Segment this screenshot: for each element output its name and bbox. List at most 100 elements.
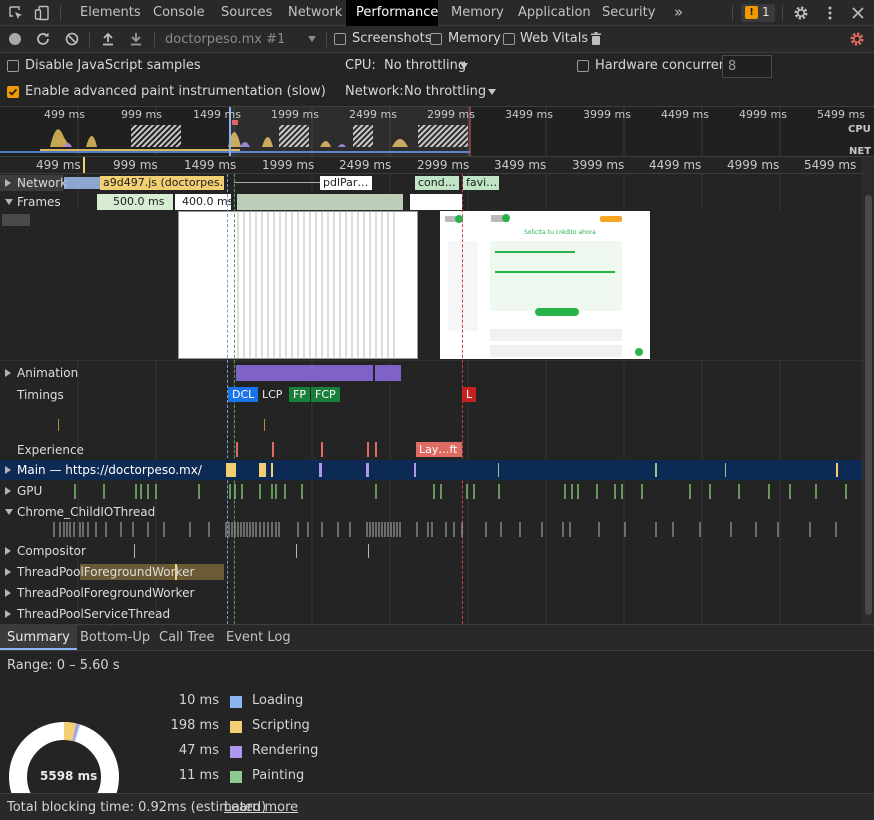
disable-js-samples-label: Disable JavaScript samples — [25, 58, 201, 73]
filmstrip[interactable]: Solicita tu crédito ahora — [0, 211, 862, 360]
frame-bar[interactable]: 400.0 ms — [175, 194, 231, 210]
timings-track-label: Timings — [17, 388, 64, 402]
capture-settings-gear-icon[interactable] — [849, 31, 865, 47]
upload-profile-icon[interactable] — [100, 31, 116, 47]
expand-triangle-icon[interactable] — [5, 466, 11, 474]
timeline-overview[interactable]: 499 ms 999 ms 1499 ms 1999 ms 2499 ms 29… — [0, 107, 874, 157]
tab-bottom-up[interactable]: Bottom-Up — [73, 625, 157, 650]
frame-bar[interactable]: 500.0 ms — [97, 194, 173, 210]
thread-pool-service-thread-track[interactable]: ThreadPoolServiceThread — [0, 604, 862, 624]
advanced-paint-checkbox[interactable] — [7, 86, 19, 98]
hardware-concurrency-label: Hardware concurrency — [595, 58, 742, 73]
tab-performance[interactable]: Performance — [346, 0, 438, 26]
download-profile-icon[interactable] — [128, 31, 144, 47]
scrollbar-thumb[interactable] — [865, 195, 872, 615]
timings-track[interactable]: Timings DCL LCP FP FCP L — [0, 385, 862, 405]
expand-triangle-icon[interactable] — [5, 568, 11, 576]
animation-track[interactable]: Animation — [0, 363, 862, 383]
summary-value: 47 ms — [178, 743, 219, 758]
hardware-concurrency-checkbox[interactable] — [577, 60, 589, 72]
web-vitals-label: Web Vitals — [520, 31, 589, 46]
ruler-tick: 2499 ms — [339, 158, 392, 172]
learn-more-link[interactable]: Learn more — [224, 800, 298, 815]
summary-category: Loading — [252, 693, 304, 708]
dcl-marker[interactable]: DCL — [228, 387, 259, 402]
layout-shift-bar[interactable]: Lay…ft — [416, 442, 462, 457]
expand-triangle-icon[interactable] — [5, 369, 11, 377]
timeline-scrollbar[interactable] — [862, 157, 874, 624]
gpu-track-label: GPU — [17, 484, 43, 498]
expand-triangle-icon[interactable] — [5, 487, 11, 495]
frames-track[interactable]: Frames 500.0 ms 400.0 ms — [0, 193, 862, 211]
profile-select[interactable]: doctorpeso.mx #1 — [160, 30, 322, 49]
collapse-triangle-icon[interactable] — [5, 509, 13, 515]
device-toolbar-icon[interactable] — [34, 5, 50, 21]
experience-track-label: Experience — [17, 443, 84, 457]
close-icon[interactable] — [850, 5, 866, 21]
reload-icon[interactable] — [35, 31, 51, 47]
main-thread-track[interactable]: Main — https://doctorpeso.mx/ — [0, 460, 862, 480]
record-icon[interactable] — [9, 33, 21, 45]
lcp-marker[interactable]: LCP — [258, 387, 286, 402]
tab-elements[interactable]: Elements — [70, 0, 151, 26]
cpu-throttling-select[interactable]: No throttling — [380, 56, 474, 76]
ruler-tick: 3999 ms — [572, 158, 625, 172]
collapse-triangle-icon[interactable] — [5, 199, 13, 205]
issues-button[interactable]: ! 1 — [741, 4, 775, 22]
screenshots-checkbox[interactable] — [334, 33, 346, 45]
tab-application[interactable]: Application — [508, 0, 601, 26]
compositor-track[interactable]: Compositor — [0, 541, 862, 561]
network-request-bar[interactable]: a9d497.js (doctorpes… — [100, 176, 224, 190]
overview-tick: 1499 ms — [193, 108, 241, 121]
filmstrip-lines — [237, 211, 395, 359]
network-request-bar[interactable]: favi… — [463, 176, 499, 190]
summary-pane: Range: 0 – 5.60 s 5598 ms 10 ms Loading … — [0, 651, 874, 793]
expand-triangle-icon[interactable] — [5, 179, 11, 187]
screenshots-label: Screenshots — [352, 31, 432, 46]
tab-memory[interactable]: Memory — [441, 0, 514, 26]
tab-summary[interactable]: Summary — [0, 625, 77, 650]
more-tabs-button[interactable]: » — [664, 0, 693, 26]
gpu-track[interactable]: GPU — [0, 481, 862, 501]
network-request-bar[interactable]: cond… — [415, 176, 459, 190]
load-marker[interactable]: L — [462, 387, 477, 402]
kebab-menu-icon[interactable] — [822, 5, 838, 21]
expand-triangle-icon[interactable] — [5, 547, 11, 555]
summary-value: 11 ms — [178, 768, 219, 783]
fp-marker[interactable]: FP — [289, 387, 310, 402]
overview-tick: 5499 ms — [817, 108, 865, 121]
expand-triangle-icon[interactable] — [5, 610, 11, 618]
memory-checkbox[interactable] — [430, 33, 442, 45]
child-io-activity — [53, 522, 837, 537]
thread-pool-foreground-worker-track[interactable]: ThreadPoolForegroundWorker — [0, 562, 862, 582]
trash-icon[interactable] — [588, 31, 604, 47]
network-throttling-select[interactable]: No throttling — [400, 82, 500, 102]
clear-icon[interactable] — [64, 31, 80, 47]
thread-pool-foreground-worker-track[interactable]: ThreadPoolForegroundWorker — [0, 583, 862, 603]
settings-gear-icon[interactable] — [793, 5, 809, 21]
screenshot-preview[interactable]: Solicita tu crédito ahora — [440, 211, 650, 359]
hardware-concurrency-input[interactable]: 8 — [722, 55, 772, 78]
summary-swatch — [230, 721, 242, 733]
web-vitals-checkbox[interactable] — [503, 33, 515, 45]
main-thread-label: Main — https://doctorpeso.mx/ — [17, 463, 202, 477]
expand-triangle-icon[interactable] — [5, 589, 11, 597]
network-request-bar[interactable]: pdlPar… — [320, 176, 372, 190]
tab-call-tree[interactable]: Call Tree — [152, 625, 222, 650]
hardware-concurrency-value: 8 — [728, 59, 737, 74]
tab-console[interactable]: Console — [143, 0, 215, 26]
tab-sources[interactable]: Sources — [211, 0, 282, 26]
ruler-tick: 4999 ms — [727, 158, 780, 172]
tab-event-log[interactable]: Event Log — [219, 625, 298, 650]
fcp-marker[interactable]: FCP — [311, 387, 340, 402]
network-track[interactable]: Network a9d497.js (doctorpes… pdlPar… co… — [0, 174, 862, 192]
child-io-thread-track[interactable]: Chrome_ChildIOThread — [0, 502, 862, 542]
experience-track[interactable]: Experience Lay…ft — [0, 439, 862, 459]
flame-chart[interactable]: Network a9d497.js (doctorpes… pdlPar… co… — [0, 174, 862, 624]
inspect-element-icon[interactable] — [8, 5, 24, 21]
tab-security[interactable]: Security — [592, 0, 665, 26]
disable-js-samples-checkbox[interactable] — [7, 60, 19, 72]
summary-category: Painting — [252, 768, 305, 783]
preview-heading: Solicita tu crédito ahora — [524, 229, 596, 236]
tab-network[interactable]: Network — [278, 0, 352, 26]
